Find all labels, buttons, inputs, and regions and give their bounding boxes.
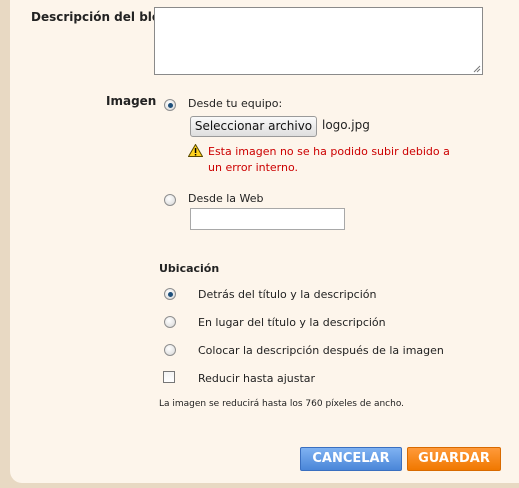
placement-heading: Ubicación (159, 262, 220, 275)
resize-grip-icon[interactable] (473, 65, 481, 73)
placement-option-behind-label: Detrás del título y la descripción (198, 288, 377, 301)
placement-option-after-radio[interactable] (164, 344, 176, 356)
placement-option-behind-radio[interactable] (164, 288, 176, 300)
from-web-radio[interactable] (164, 194, 176, 206)
web-url-input[interactable] (190, 208, 345, 230)
shrink-to-fit-checkbox[interactable] (163, 371, 175, 383)
blog-description-textarea[interactable] (154, 7, 483, 75)
from-computer-label: Desde tu equipo: (188, 97, 283, 110)
blog-description-label: Descripción del blog (31, 10, 169, 24)
upload-error-line1: Esta imagen no se ha podido subir debido… (208, 145, 450, 158)
placement-option-instead-label: En lugar del título y la descripción (198, 316, 386, 329)
from-web-label: Desde la Web (188, 192, 264, 205)
save-button[interactable]: GUARDAR (407, 447, 501, 471)
shrink-to-fit-label: Reducir hasta ajustar (198, 372, 316, 385)
upload-error-line2: un error interno. (208, 161, 299, 174)
image-label: Imagen (106, 94, 157, 108)
choose-file-button[interactable]: Seleccionar archivo (190, 116, 317, 137)
warning-icon (188, 144, 203, 157)
cancel-button[interactable]: CANCELAR (300, 447, 402, 471)
shrink-note: La imagen se reducirá hasta los 760 píxe… (159, 399, 405, 409)
from-computer-radio[interactable] (164, 99, 176, 111)
placement-option-after-label: Colocar la descripción después de la ima… (198, 344, 444, 357)
selected-file-name: logo.jpg (322, 118, 370, 132)
placement-option-instead-radio[interactable] (164, 316, 176, 328)
